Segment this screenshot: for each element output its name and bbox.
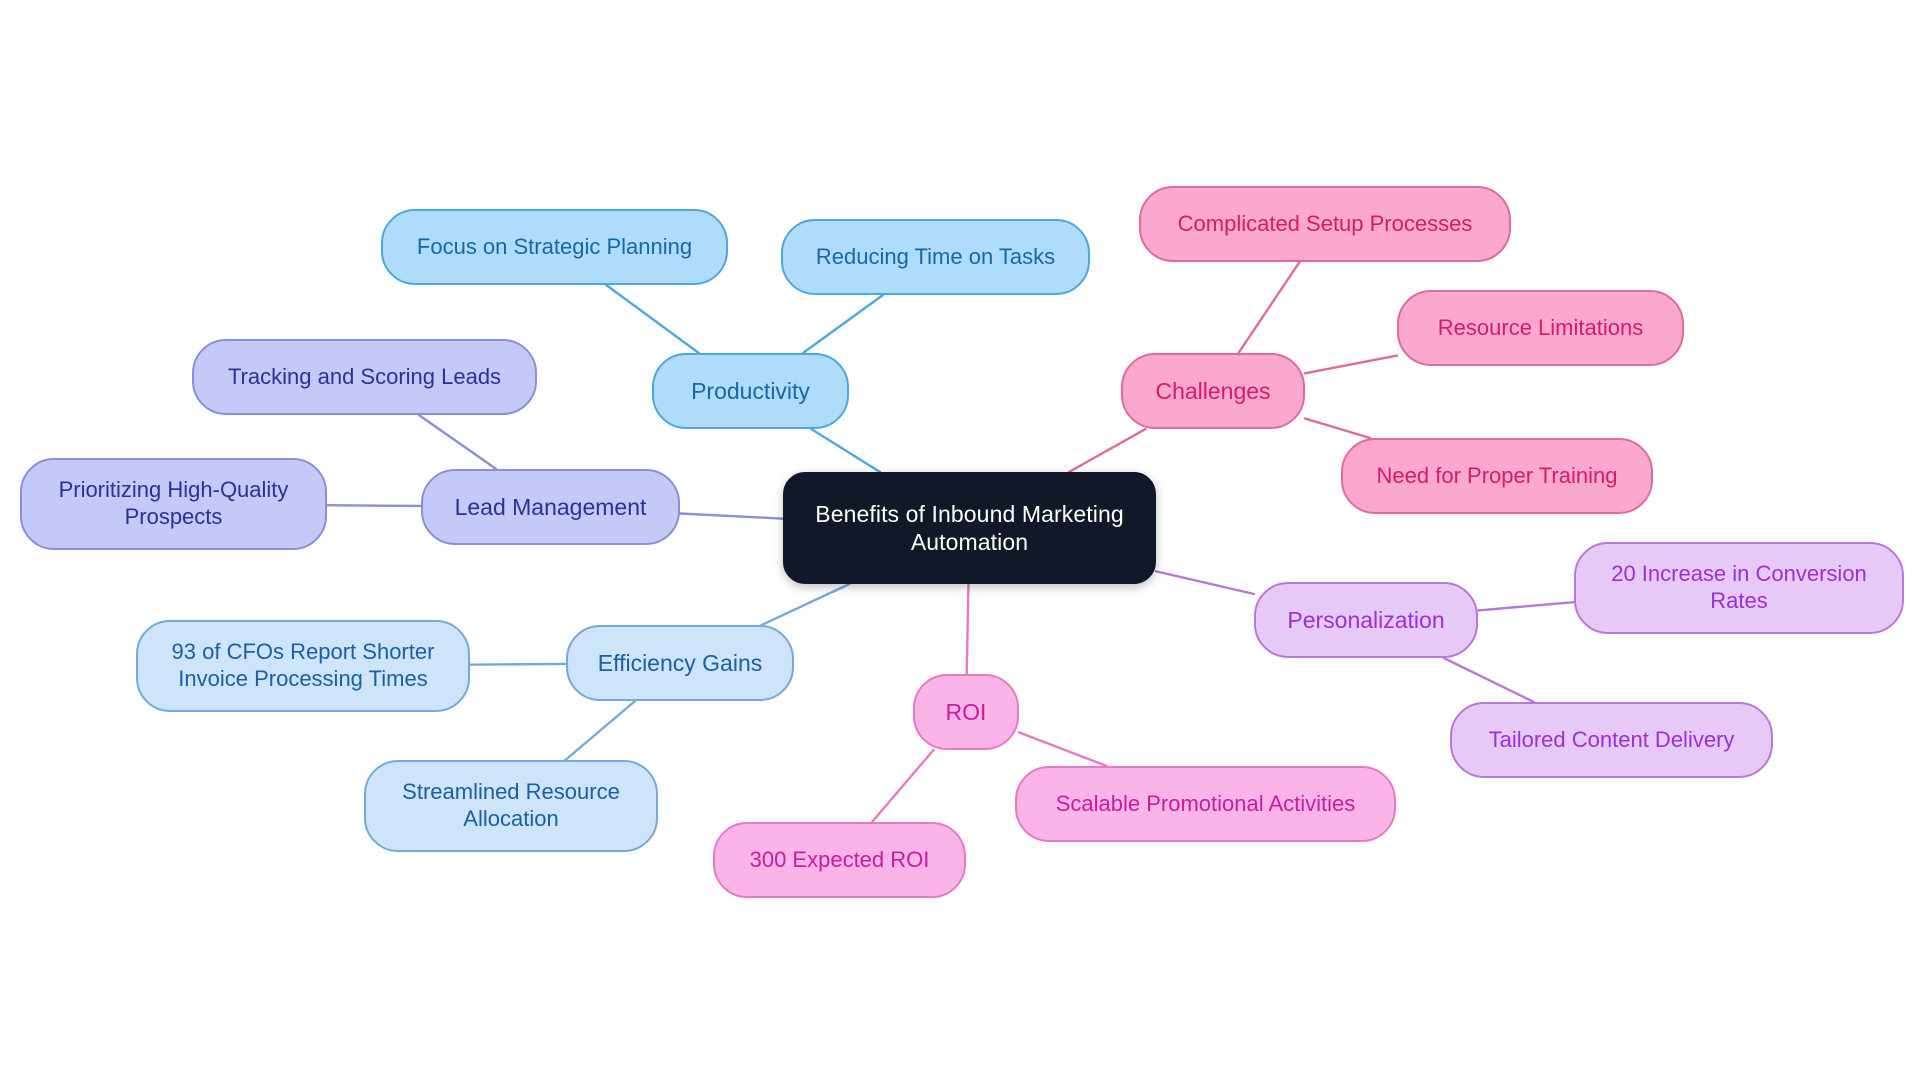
mindmap-edge-personalization-to-increase-conversion-rates [1476,600,1576,612]
mindmap-node-label: Benefits of Inbound Marketing Automation [815,500,1124,555]
mindmap-node-challenges[interactable]: Challenges [1121,353,1305,429]
mindmap-edge-root-to-productivity [810,427,882,474]
mindmap-node-efficiency-gains[interactable]: Efficiency Gains [566,625,794,701]
mindmap-edge-root-to-roi [965,582,970,676]
mindmap-node-label: Focus on Strategic Planning [416,233,693,259]
mindmap-node-label: 20 Increase in Conversion Rates [1611,561,1867,613]
mindmap-node-root[interactable]: Benefits of Inbound Marketing Automation [783,472,1156,584]
mindmap-node-personalization[interactable]: Personalization [1254,582,1478,658]
mindmap-node-focus-strategic-planning[interactable]: Focus on Strategic Planning [381,209,728,285]
mindmap-node-reducing-time-on-tasks[interactable]: Reducing Time on Tasks [781,219,1090,295]
mindmap-node-label: Productivity [691,377,810,404]
mindmap-node-cfos-shorter-invoice[interactable]: 93 of CFOs Report Shorter Invoice Proces… [136,620,470,712]
mindmap-edge-productivity-to-focus-strategic-planning [605,283,700,355]
mindmap-edge-lead-management-to-prioritizing-high-quality-prospects [325,504,423,508]
mindmap-edge-personalization-to-tailored-content-delivery [1442,656,1535,704]
mindmap-node-lead-management[interactable]: Lead Management [421,469,680,545]
mindmap-edge-root-to-challenges [1067,427,1147,474]
mindmap-node-label: Personalization [1287,606,1445,633]
mindmap-node-label: Need for Proper Training [1376,462,1618,488]
mindmap-edge-efficiency-gains-to-streamlined-resource-allocation [564,699,637,762]
mindmap-node-label: ROI [945,698,987,725]
mindmap-node-increase-conversion-rates[interactable]: 20 Increase in Conversion Rates [1574,542,1904,634]
mindmap-node-expected-roi[interactable]: 300 Expected ROI [713,822,966,898]
mindmap-edge-root-to-lead-management [678,512,785,520]
mindmap-edge-challenges-to-need-for-proper-training [1303,417,1372,440]
mindmap-node-productivity[interactable]: Productivity [652,353,849,429]
mindmap-node-resource-limitations[interactable]: Resource Limitations [1397,290,1684,366]
mindmap-node-roi[interactable]: ROI [913,674,1019,750]
mindmap-edge-root-to-personalization [1154,570,1256,596]
mindmap-canvas: Benefits of Inbound Marketing Automation… [0,0,1920,1083]
mindmap-node-label: Prioritizing High-Quality Prospects [58,477,289,529]
mindmap-node-complicated-setup-processes[interactable]: Complicated Setup Processes [1139,186,1511,262]
mindmap-node-tracking-scoring-leads[interactable]: Tracking and Scoring Leads [192,339,537,415]
mindmap-edge-roi-to-expected-roi [870,748,935,824]
mindmap-edge-efficiency-gains-to-cfos-shorter-invoice [468,662,568,666]
mindmap-edge-productivity-to-reducing-time-on-tasks [801,293,885,355]
mindmap-node-label: 300 Expected ROI [749,846,930,872]
mindmap-edge-root-to-efficiency-gains [760,582,851,627]
mindmap-node-prioritizing-high-quality-prospects[interactable]: Prioritizing High-Quality Prospects [20,458,327,550]
mindmap-node-label: Lead Management [454,493,647,520]
mindmap-node-tailored-content-delivery[interactable]: Tailored Content Delivery [1450,702,1773,778]
mindmap-node-label: Tailored Content Delivery [1488,726,1735,752]
mindmap-node-label: Reducing Time on Tasks [815,243,1056,269]
mindmap-edge-lead-management-to-tracking-scoring-leads [417,413,498,471]
mindmap-node-label: Resource Limitations [1437,314,1644,340]
mindmap-node-need-for-proper-training[interactable]: Need for Proper Training [1341,438,1653,514]
mindmap-node-label: 93 of CFOs Report Shorter Invoice Proces… [171,639,435,691]
mindmap-node-label: Efficiency Gains [597,649,763,676]
mindmap-node-streamlined-resource-allocation[interactable]: Streamlined Resource Allocation [364,760,658,852]
mindmap-edge-challenges-to-complicated-setup-processes [1237,260,1301,355]
mindmap-node-scalable-promotional-activities[interactable]: Scalable Promotional Activities [1015,766,1396,842]
mindmap-node-label: Scalable Promotional Activities [1055,790,1356,816]
mindmap-node-label: Challenges [1155,377,1271,404]
mindmap-node-label: Tracking and Scoring Leads [227,363,502,389]
mindmap-node-label: Complicated Setup Processes [1177,210,1473,236]
mindmap-node-label: Streamlined Resource Allocation [402,779,620,831]
mindmap-edge-challenges-to-resource-limitations [1303,354,1399,375]
mindmap-edge-roi-to-scalable-promotional-activities [1017,731,1108,768]
